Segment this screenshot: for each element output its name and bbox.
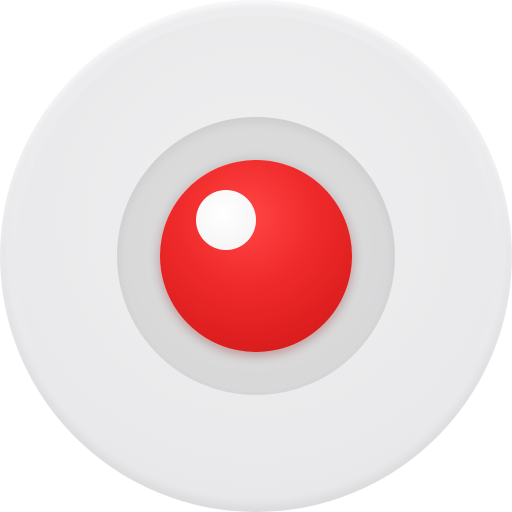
- record-button[interactable]: [160, 160, 352, 352]
- record-app-icon: [0, 0, 512, 512]
